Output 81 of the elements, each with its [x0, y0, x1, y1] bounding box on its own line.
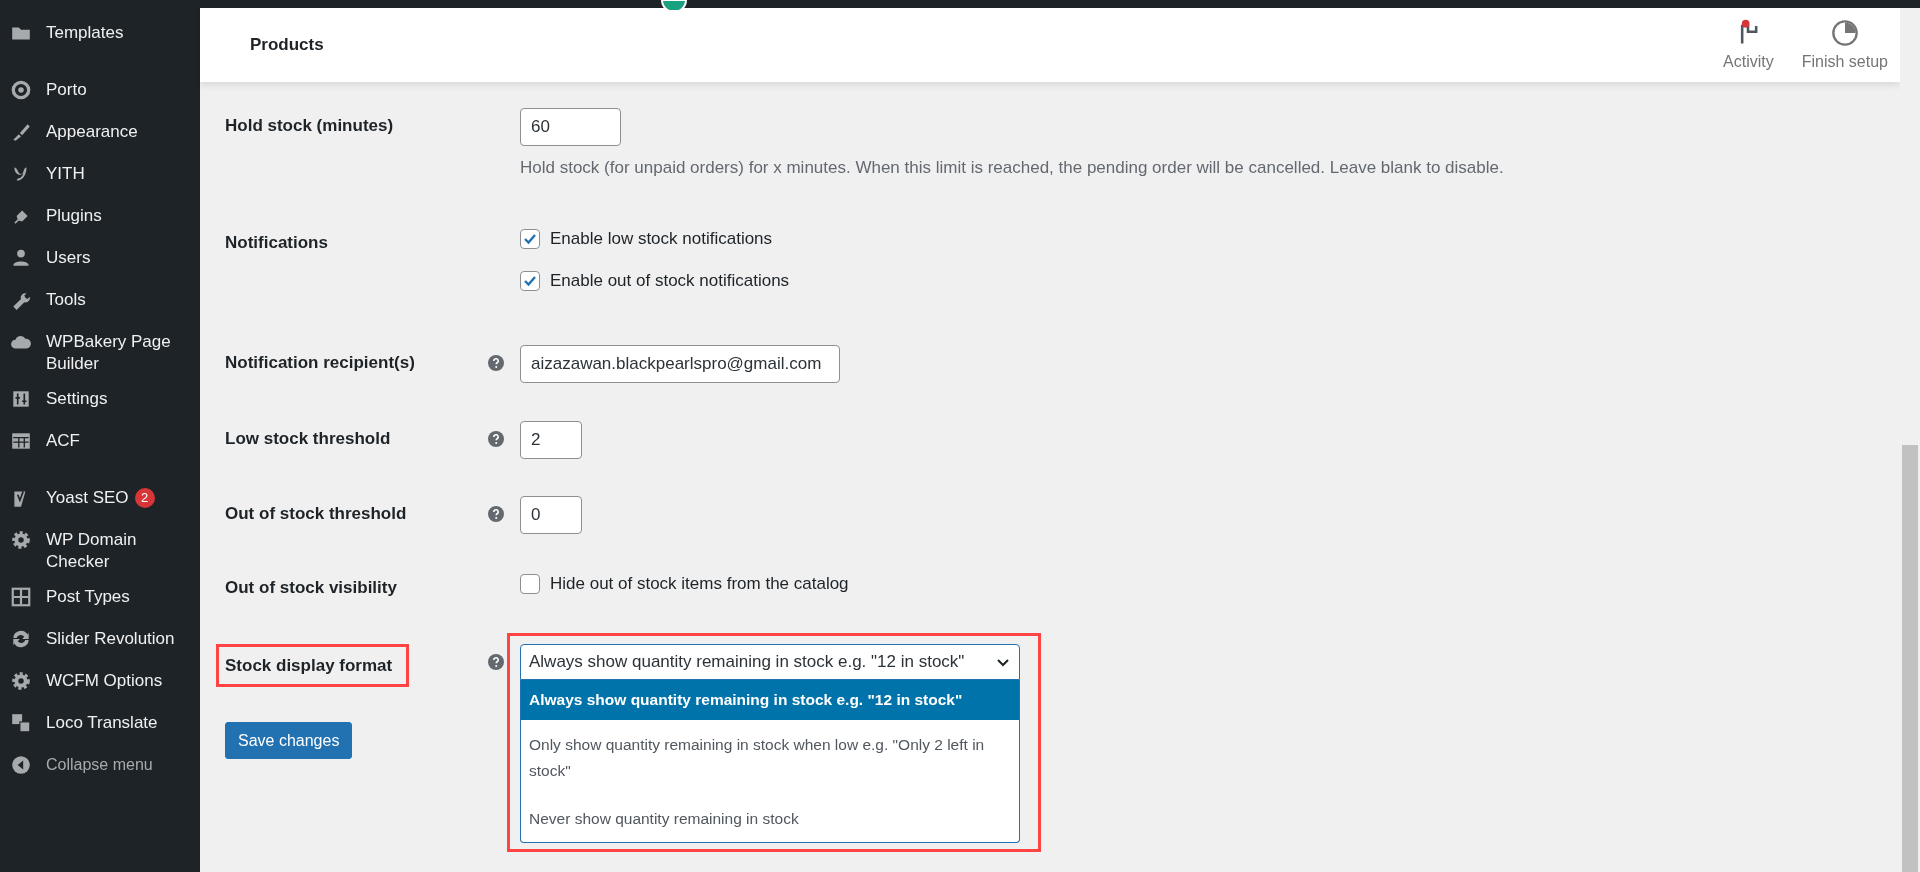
sidebar-item[interactable]: Porto	[0, 73, 200, 115]
scrollbar-thumb[interactable]	[1902, 445, 1918, 872]
sidebar-item[interactable]: WP Domain Checker	[0, 523, 200, 580]
sidebar-label: WPBakery Page Builder	[46, 331, 172, 375]
table-icon	[10, 430, 32, 452]
sidebar-item[interactable]: Appearance	[0, 115, 200, 157]
help-icon[interactable]	[488, 431, 504, 447]
sidebar-label: ACF	[46, 430, 81, 452]
sidebar-item[interactable]: Plugins	[0, 199, 200, 241]
header-action[interactable]: Activity	[1723, 19, 1774, 71]
sidebar-label: Post Types	[46, 586, 131, 608]
header-action[interactable]: Finish setup	[1801, 19, 1888, 71]
help-icon[interactable]	[488, 654, 504, 670]
checkbox-option[interactable]: Enable low stock notifications	[520, 229, 1900, 249]
checkbox-label: Enable low stock notifications	[550, 229, 773, 249]
notification-count: 2	[134, 488, 155, 508]
sidebar-label: Yoast SEO 2	[46, 487, 192, 509]
checkbox[interactable]	[520, 229, 540, 249]
sidebar-item[interactable]: ACF	[0, 424, 200, 481]
sidebar-item[interactable]: WCFM Options	[0, 664, 200, 706]
text-input[interactable]: 0	[520, 496, 582, 534]
sidebar-item[interactable]: WPBakery Page Builder	[0, 325, 200, 382]
checkbox[interactable]	[520, 574, 540, 594]
setting-label: Notifications	[225, 232, 329, 253]
setting-label: Low stock threshold	[225, 428, 392, 449]
checkbox-label: Enable out of stock notifications	[550, 271, 790, 291]
dropdown-option[interactable]: Only show quantity remaining in stock when low e.g. "Only 2 left in stock"	[521, 720, 1019, 796]
sidebar-label: WP Domain Checker	[46, 529, 138, 573]
sidebar-label: Slider Revolution	[46, 628, 176, 650]
sliders-icon	[10, 388, 32, 410]
sidebar-label: Porto	[46, 79, 88, 101]
text-input[interactable]: aizazawan.blackpearlspro@gmail.com	[520, 345, 840, 383]
sidebar-item[interactable]: Users	[0, 241, 200, 283]
sidebar-item[interactable]: Loco Translate	[0, 706, 200, 748]
help-icon[interactable]	[488, 506, 504, 522]
sync-icon	[10, 628, 32, 650]
collapse-icon	[10, 754, 32, 776]
circle-icon	[10, 79, 32, 101]
sidebar-label: Tools	[46, 289, 87, 311]
page-title: Products	[250, 35, 324, 55]
save-changes-button[interactable]: Save changes	[225, 722, 353, 759]
collapse-menu-button[interactable]: Collapse menu	[0, 748, 200, 790]
brush-icon	[10, 121, 32, 143]
sidebar-label: Appearance	[46, 121, 139, 143]
gear-icon	[10, 529, 32, 551]
text-input[interactable]: 2	[520, 421, 582, 459]
select-value: Always show quantity remaining in stock e.g. "12 in stock"	[529, 652, 965, 672]
help-icon[interactable]	[488, 355, 504, 371]
sidebar-label: YITH	[46, 163, 86, 185]
sidebar-item[interactable]: Tools	[0, 283, 200, 325]
setting-label: Notification recipient(s)	[225, 352, 416, 373]
setting-label: Out of stock visibility	[225, 577, 398, 598]
user-icon	[10, 247, 32, 269]
progress-circle-icon	[1830, 19, 1859, 47]
sidebar-item[interactable]: Templates	[0, 16, 200, 73]
setting-label: Hold stock (minutes)	[225, 115, 395, 136]
text-input[interactable]: 60	[520, 108, 621, 146]
dropdown-option[interactable]: Always show quantity remaining in stock e.g. "12 in stock"	[521, 680, 1019, 720]
setting-label: Stock display format	[225, 655, 393, 676]
setting-label: Out of stock threshold	[225, 503, 408, 524]
gear-icon	[10, 670, 32, 692]
sidebar-label: Templates	[46, 22, 125, 44]
field-description: Hold stock (for unpaid orders) for x minutes. When this limit is reached, the pending order will be cancelled. Leave blank to disable.	[520, 158, 1505, 178]
grid-icon	[10, 586, 32, 608]
sidebar-label: Users	[46, 247, 92, 269]
checkbox[interactable]	[520, 271, 540, 291]
select-dropdown[interactable]: Always show quantity remaining in stock e.g. "12 in stock"	[520, 644, 1020, 680]
checkbox-option[interactable]: Hide out of stock items from the catalog	[520, 574, 1900, 594]
sidebar-item[interactable]: YITH	[0, 157, 200, 199]
sidebar-label: Plugins	[46, 205, 103, 227]
sidebar-item[interactable]: Post Types	[0, 580, 200, 622]
sidebar-label: Loco Translate	[46, 712, 159, 734]
sidebar-item[interactable]: Yoast SEO 2	[0, 481, 200, 523]
checkbox-label: Hide out of stock items from the catalog	[550, 574, 849, 594]
sidebar-item[interactable]: Settings	[0, 382, 200, 424]
sidebar-label: Settings	[46, 388, 109, 410]
dropdown-option[interactable]: Never show quantity remaining in stock	[521, 796, 1019, 842]
checkbox-option[interactable]: Enable out of stock notifications	[520, 271, 1900, 291]
sidebar-item[interactable]: Slider Revolution	[0, 622, 200, 664]
translate-icon	[10, 712, 32, 734]
sidebar-label: WCFM Options	[46, 670, 164, 692]
